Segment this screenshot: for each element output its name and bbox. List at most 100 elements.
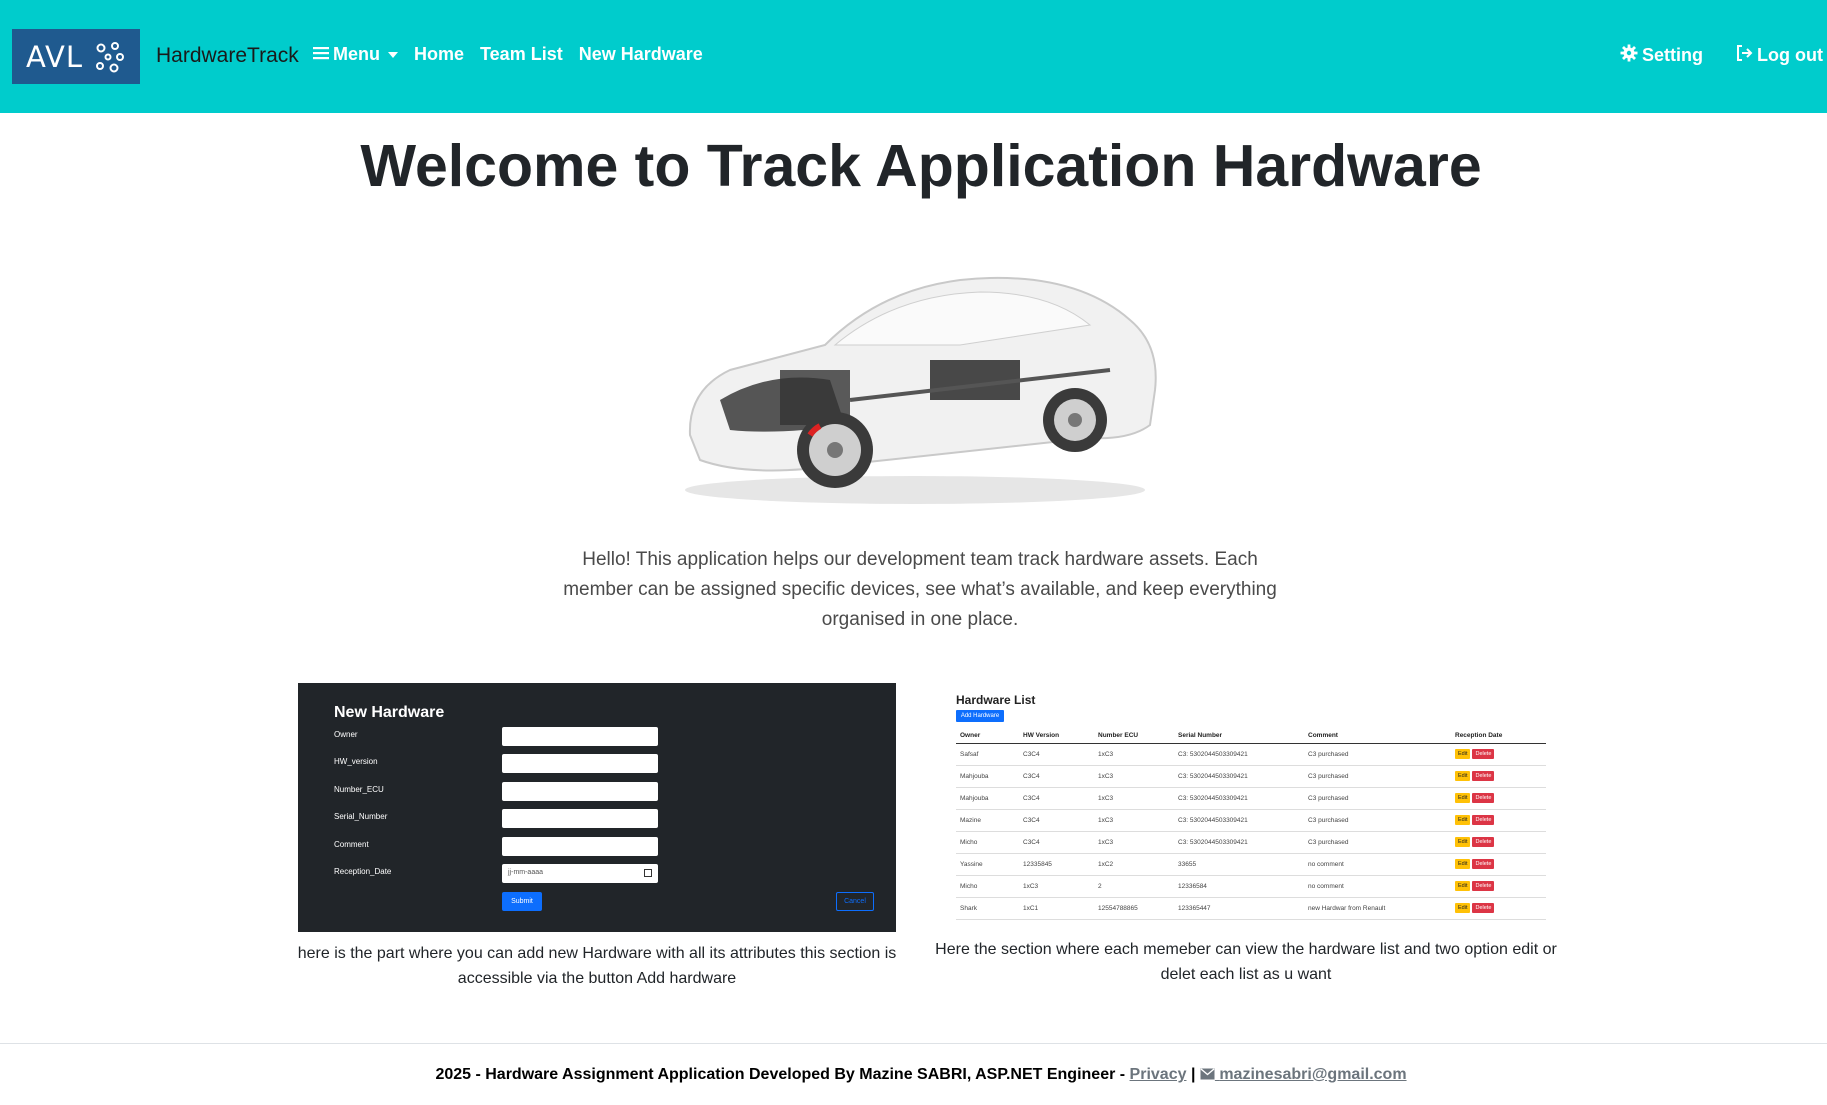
cell-serial-number: 123365447 [1174,897,1304,920]
footer-separator: | [1190,1066,1196,1083]
hw-version-field [502,754,658,773]
nav-logout[interactable]: Log out [1735,44,1823,67]
new-hardware-form-screenshot: New Hardware Owner HW_version Number_ECU… [298,683,896,932]
delete-button: Delete [1472,837,1495,847]
cell-number-ecu: 1xC2 [1094,853,1174,876]
cancel-button: Cancel [836,892,874,911]
table-row: Mahjouba C3C4 1xC3 C3: 5302044503309421 … [956,787,1546,810]
cell-number-ecu: 1xC3 [1094,743,1174,766]
logout-label: Log out [1757,45,1823,65]
cell-comment: C3 purchased [1304,809,1451,832]
edit-button: Edit [1455,903,1471,913]
logo-text: AVL [26,39,83,74]
edit-button: Edit [1455,749,1471,759]
date-placeholder: jj-mm-aaaa [508,869,544,876]
serial-number-field [502,809,658,828]
delete-button: Delete [1472,903,1495,913]
table-row: Yassine 12335845 1xC2 33655 no comment E… [956,853,1546,876]
cell-serial-number: C3: 5302044503309421 [1174,743,1304,766]
table-row: Mahjouba C3C4 1xC3 C3: 5302044503309421 … [956,765,1546,788]
delete-button: Delete [1472,881,1495,891]
list-preview-title: Hardware List [956,693,1036,707]
nav-new-hardware[interactable]: New Hardware [579,44,703,65]
form-row-owner: Owner [334,727,854,747]
cell-actions: Edit Delete [1451,853,1546,876]
cell-owner: Micho [956,831,1019,854]
column-header: Reception Date [1451,728,1546,744]
nav-home[interactable]: Home [414,44,464,65]
reception-date-field: jj-mm-aaaa [502,864,658,883]
privacy-link[interactable]: Privacy [1130,1066,1187,1083]
table-row: Mazine C3C4 1xC3 C3: 5302044503309421 C3… [956,809,1546,832]
cell-comment: no comment [1304,875,1451,898]
field-label: Comment [334,840,369,849]
cell-serial-number: C3: 5302044503309421 [1174,765,1304,788]
edit-button: Edit [1455,837,1471,847]
top-navbar: AVL HardwareTrack Menu Home Team List Ne… [0,0,1827,113]
cell-actions: Edit Delete [1451,875,1546,898]
cell-number-ecu: 1xC3 [1094,809,1174,832]
cell-actions: Edit Delete [1451,809,1546,832]
edit-button: Edit [1455,815,1471,825]
cell-comment: no comment [1304,853,1451,876]
menu-dropdown[interactable]: Menu [313,44,398,65]
nav-team-list[interactable]: Team List [480,44,563,65]
cell-hw-version: C3C4 [1019,765,1094,788]
form-row-comment: Comment [334,837,854,857]
add-hardware-button: Add Hardware [956,710,1004,722]
avl-logo[interactable]: AVL [12,29,140,84]
hardware-list-screenshot: Hardware List Add Hardware Owner HW Vers… [946,683,1546,923]
cell-hw-version: C3C4 [1019,743,1094,766]
cell-comment: new Hardwar from Renault [1304,897,1451,920]
delete-button: Delete [1472,859,1495,869]
field-label: HW_version [334,757,378,766]
nav-setting[interactable]: Setting [1620,44,1703,67]
delete-button: Delete [1472,815,1495,825]
cell-comment: C3 purchased [1304,765,1451,788]
footer-text-line: 2025 - Hardware Assignment Application D… [0,1066,1827,1084]
cell-owner: Mazine [956,809,1019,832]
table-row: Micho C3C4 1xC3 C3: 5302044503309421 C3 … [956,831,1546,854]
cell-owner: Yassine [956,853,1019,876]
footer: 2025 - Hardware Assignment Application D… [0,1043,1827,1105]
column-header: Serial Number [1174,728,1304,744]
cell-hw-version: 1xC3 [1019,875,1094,898]
delete-button: Delete [1472,793,1495,803]
form-preview-title: New Hardware [334,704,445,721]
delete-button: Delete [1472,771,1495,781]
column-header: Comment [1304,728,1451,744]
cell-hw-version: C3C4 [1019,787,1094,810]
cell-actions: Edit Delete [1451,743,1546,766]
cell-owner: Micho [956,875,1019,898]
menu-icon [313,44,329,65]
brand-name[interactable]: HardwareTrack [156,44,299,68]
cell-comment: C3 purchased [1304,743,1451,766]
cell-hw-version: 12335845 [1019,853,1094,876]
submit-button: Submit [502,892,542,911]
cell-comment: C3 purchased [1304,787,1451,810]
menu-label: Menu [333,44,380,64]
nav-links: Menu Home Team List New Hardware [313,44,719,65]
logo-mark-icon [95,41,124,72]
form-row-serial-number: Serial_Number [334,809,854,829]
cell-comment: C3 purchased [1304,831,1451,854]
table-header-row: Owner HW Version Number ECU Serial Numbe… [956,728,1546,744]
owner-field [502,727,658,746]
email-text: mazinesabri@gmail.com [1219,1066,1407,1083]
table-row: Safsaf C3C4 1xC3 C3: 5302044503309421 C3… [956,743,1546,766]
footer-credit: 2025 - Hardware Assignment Application D… [435,1066,1126,1083]
cell-owner: Safsaf [956,743,1019,766]
cell-serial-number: C3: 5302044503309421 [1174,831,1304,854]
email-link[interactable]: mazinesabri@gmail.com [1200,1066,1407,1083]
nav-right: Setting Log out [1588,44,1823,67]
cell-serial-number: C3: 5302044503309421 [1174,809,1304,832]
column-header: Number ECU [1094,728,1174,744]
calendar-icon [644,869,652,877]
form-row-reception-date: Reception_Date jj-mm-aaaa [334,864,854,884]
cell-serial-number: C3: 5302044503309421 [1174,787,1304,810]
field-label: Reception_Date [334,867,392,876]
intro-paragraph: Hello! This application helps our develo… [563,549,1277,630]
table-row: Micho 1xC3 2 12336584 no comment Edit Del… [956,875,1546,898]
gear-icon [1620,44,1638,67]
cell-hw-version: C3C4 [1019,831,1094,854]
